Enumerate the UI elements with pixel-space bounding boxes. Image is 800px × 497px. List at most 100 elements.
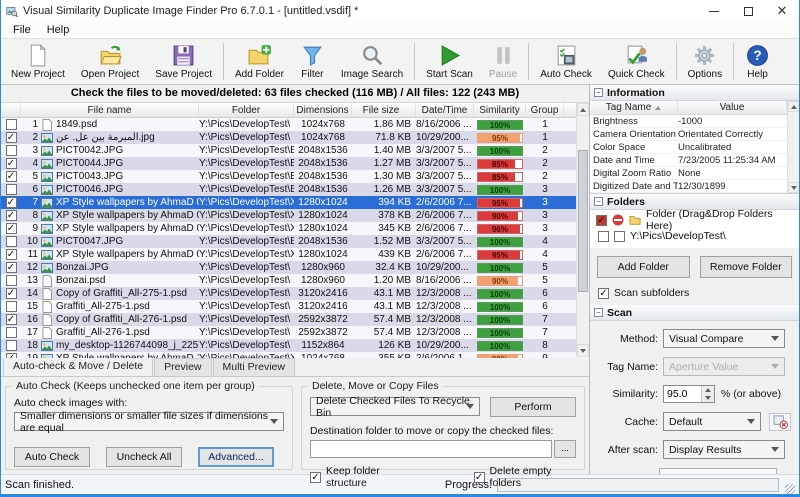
table-row[interactable]: 19XP Style wallpapers by AhmaD 106.jpgY:… xyxy=(1,352,589,358)
table-row[interactable]: 15Graffiti_All-275-1.psdY:\Pics\DevelopT… xyxy=(1,300,589,313)
table-row[interactable]: 10PICT0047.JPGY:\Pics\DevelopTest\B...20… xyxy=(1,235,589,248)
information-scrollbar[interactable] xyxy=(787,101,799,193)
column-header-check[interactable] xyxy=(1,103,21,117)
cache-dropdown[interactable]: Default xyxy=(663,412,761,431)
row-checkbox[interactable] xyxy=(6,119,17,130)
image-search-button[interactable]: Image Search xyxy=(333,40,411,83)
row-checkbox[interactable] xyxy=(6,223,17,234)
information-section-header[interactable]: − Information xyxy=(590,85,799,101)
table-row[interactable]: 4PICT0044.JPGY:\Pics\DevelopTest\B...204… xyxy=(1,157,589,170)
tab-preview[interactable]: Preview xyxy=(154,358,211,376)
collapse-icon[interactable]: − xyxy=(594,88,603,97)
folders-root-row[interactable]: Folder (Drag&Drop Folders Here) xyxy=(590,212,799,228)
keep-folder-structure-checkbox[interactable] xyxy=(310,472,321,483)
remove-folder-button[interactable]: Remove Folder xyxy=(700,256,793,278)
table-row[interactable]: 5PICT0043.JPGY:\Pics\DevelopTest\B...204… xyxy=(1,170,589,183)
folder-checkbox-2[interactable] xyxy=(614,231,625,242)
row-checkbox[interactable] xyxy=(6,327,17,338)
value-column-header[interactable]: Value xyxy=(678,101,787,114)
menu-file[interactable]: File xyxy=(5,23,39,37)
scroll-track[interactable] xyxy=(577,116,589,344)
menu-help[interactable]: Help xyxy=(39,23,78,37)
maximize-button[interactable] xyxy=(731,0,765,22)
options-button[interactable]: Options xyxy=(680,40,730,83)
table-row[interactable]: 18my_desktop-1126744098_j_2251_full.jpgY… xyxy=(1,339,589,352)
clear-cache-button[interactable] xyxy=(769,413,791,431)
new-project-button[interactable]: New Project xyxy=(3,40,73,83)
row-checkbox[interactable] xyxy=(6,236,17,247)
save-project-button[interactable]: Save Project xyxy=(147,40,220,83)
tab-auto-check-move-delete[interactable]: Auto-check & Move / Delete xyxy=(3,357,153,376)
column-header-folder[interactable]: Folder xyxy=(199,103,294,117)
method-dropdown[interactable]: Visual Compare xyxy=(663,329,785,348)
spin-down-icon[interactable] xyxy=(702,394,714,402)
tab-multi-preview[interactable]: Multi Preview xyxy=(213,358,295,376)
tag-name-column-header[interactable]: Tag Name xyxy=(590,101,678,114)
destination-input[interactable] xyxy=(310,440,552,458)
scroll-thumb[interactable] xyxy=(578,150,588,291)
scroll-down-icon[interactable] xyxy=(577,344,589,357)
row-checkbox[interactable] xyxy=(6,145,17,156)
browse-button[interactable]: ... xyxy=(554,440,576,458)
table-row[interactable]: 17Graffiti_All-276-1.psdY:\Pics\DevelopT… xyxy=(1,326,589,339)
row-checkbox[interactable] xyxy=(6,275,17,286)
column-header-filesize[interactable]: File size xyxy=(352,103,416,117)
after-scan-dropdown[interactable]: Display Results xyxy=(663,440,785,459)
table-row[interactable]: 16Copy of Graffiti_All-276-1.psdY:\Pics\… xyxy=(1,313,589,326)
column-header-group[interactable]: Group xyxy=(526,103,564,117)
table-row[interactable]: 3PICT0042.JPGY:\Pics\DevelopTest\B...204… xyxy=(1,144,589,157)
table-row[interactable]: 7XP Style wallpapers by AhmaD 060.jpgY:\… xyxy=(1,196,589,209)
table-row[interactable]: 2المبرمة بين عل. عن.jpgY:\Pics\DevelopTe… xyxy=(1,131,589,144)
info-row[interactable]: Digital Zoom RatioNone xyxy=(590,167,799,180)
action-dropdown[interactable]: Delete Checked Files To Recycle Bin xyxy=(310,397,480,416)
table-row[interactable]: 13Bonzai.psdY:\Pics\DevelopTest\1280x960… xyxy=(1,274,589,287)
column-header-dimensions[interactable]: Dimensions xyxy=(294,103,352,117)
scroll-down-icon[interactable] xyxy=(788,182,799,193)
add-folder-button[interactable]: Add Folder xyxy=(227,40,292,83)
table-row[interactable]: 11849.psdY:\Pics\DevelopTest\1024x7681.8… xyxy=(1,118,589,131)
column-header-filename[interactable]: File name xyxy=(21,103,199,117)
add-folder-button[interactable]: Add Folder xyxy=(597,256,690,278)
resize-grip[interactable] xyxy=(785,484,795,494)
column-header-datetime[interactable]: Date/Time xyxy=(416,103,474,117)
auto-check-button[interactable]: Auto Check xyxy=(532,40,600,83)
open-project-button[interactable]: Open Project xyxy=(73,40,147,83)
info-row[interactable]: Date and Time7/23/2005 11:25:34 AM xyxy=(590,154,799,167)
start-scan-button[interactable]: Start Scan xyxy=(418,40,481,83)
row-checkbox[interactable] xyxy=(6,158,17,169)
row-checkbox[interactable] xyxy=(6,210,17,221)
row-checkbox[interactable] xyxy=(6,171,17,182)
quick-check-button[interactable]: Quick Check xyxy=(600,40,673,83)
filter-button[interactable]: Filter xyxy=(292,40,333,83)
info-row[interactable]: Brightness-1000 xyxy=(590,115,799,128)
advanced-button[interactable]: Advanced... xyxy=(198,447,274,467)
auto-check-button[interactable]: Auto Check xyxy=(14,447,90,467)
table-row[interactable]: 12Bonzai.JPGY:\Pics\DevelopTest\1280x960… xyxy=(1,261,589,274)
row-checkbox[interactable] xyxy=(6,301,17,312)
folder-checkbox-1[interactable] xyxy=(598,231,609,242)
root-checkbox[interactable] xyxy=(596,215,607,226)
scan-subfolders-checkbox[interactable] xyxy=(598,288,609,299)
row-checkbox[interactable] xyxy=(6,184,17,195)
delete-empty-folders-checkbox[interactable] xyxy=(474,472,485,483)
spin-up-icon[interactable] xyxy=(702,386,714,394)
scroll-up-icon[interactable] xyxy=(577,103,589,116)
minimize-button[interactable] xyxy=(697,0,731,22)
table-row[interactable]: 14Copy of Graffiti_All-275-1.psdY:\Pics\… xyxy=(1,287,589,300)
help-button[interactable]: ?Help xyxy=(737,40,778,83)
row-checkbox[interactable] xyxy=(6,249,17,260)
row-checkbox[interactable] xyxy=(6,340,17,351)
table-row[interactable]: 9XP Style wallpapers by AhmaD 071.jpgY:\… xyxy=(1,222,589,235)
close-button[interactable]: ✕ xyxy=(765,0,799,22)
row-checkbox[interactable] xyxy=(6,262,17,273)
scroll-up-icon[interactable] xyxy=(788,101,799,112)
row-checkbox[interactable] xyxy=(6,197,17,208)
table-row[interactable]: 11XP Style wallpapers by AhmaD 065.jpgY:… xyxy=(1,248,589,261)
info-row[interactable]: Color SpaceUncalibrated xyxy=(590,141,799,154)
uncheck-all-button[interactable]: Uncheck All xyxy=(106,447,182,467)
row-checkbox[interactable] xyxy=(6,314,17,325)
table-row[interactable]: 6PICT0046.JPGY:\Pics\DevelopTest\B...204… xyxy=(1,183,589,196)
row-checkbox[interactable] xyxy=(6,288,17,299)
row-checkbox[interactable] xyxy=(6,132,17,143)
row-checkbox[interactable] xyxy=(6,353,17,358)
